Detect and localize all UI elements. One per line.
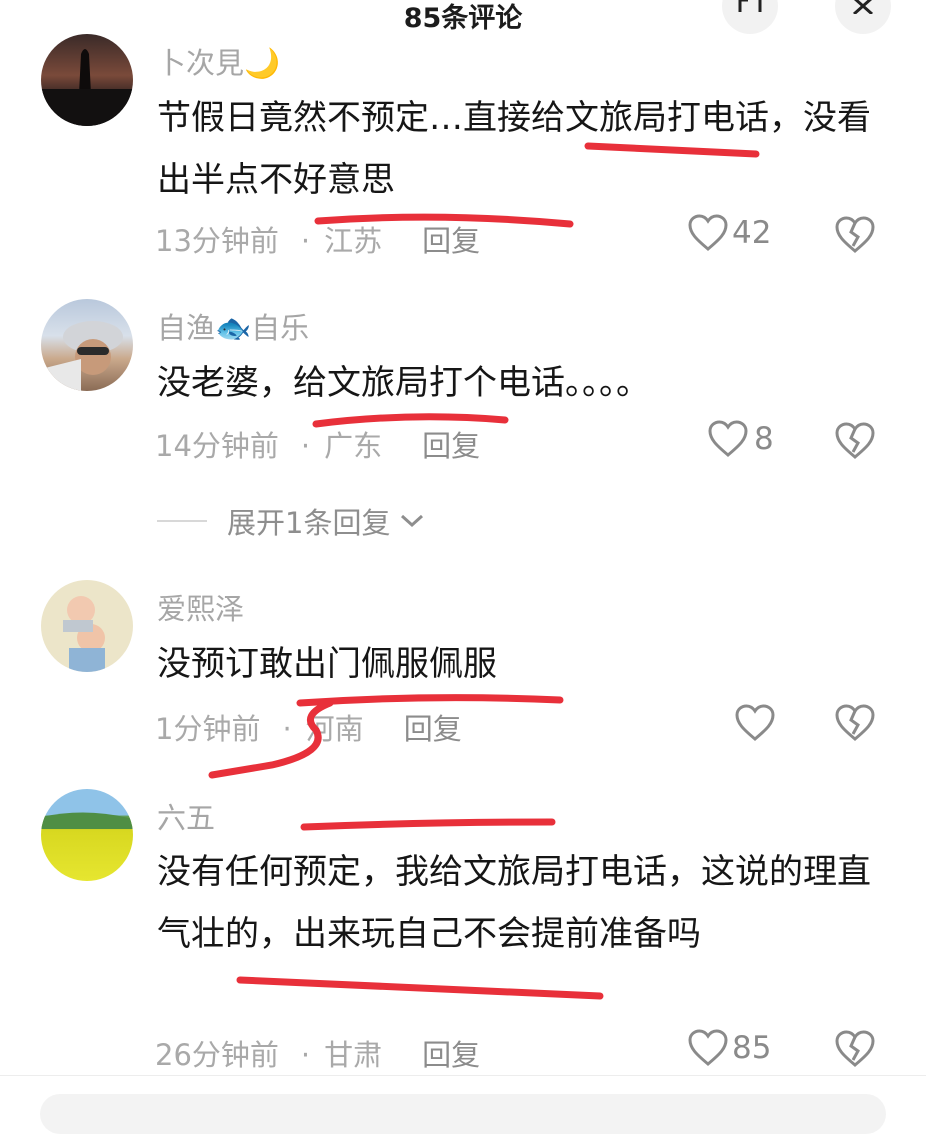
- avatar[interactable]: [41, 34, 133, 126]
- bottom-divider: [0, 1075, 926, 1076]
- comment-input-bar[interactable]: [40, 1094, 886, 1134]
- comment-username[interactable]: 爱熙泽: [157, 586, 244, 628]
- like-count: 42: [732, 215, 772, 251]
- heart-icon: [688, 214, 728, 251]
- comment-meta: 14分钟前 · 广东 回复: [155, 423, 480, 465]
- broken-heart-icon: [835, 422, 875, 459]
- close-icon: [853, 0, 873, 14]
- comment-text: 没老婆，给文旅局打个电话。。。。: [157, 363, 650, 403]
- reply-button[interactable]: 回复: [422, 1032, 480, 1074]
- dislike-button[interactable]: [835, 704, 875, 746]
- broken-heart-icon: [835, 1030, 875, 1067]
- red-underline-mark: [296, 694, 564, 707]
- comment-location: 甘肃: [324, 1038, 383, 1072]
- comments-header: 85条评论: [0, 0, 926, 34]
- comment-text: 没预订敢出门佩服佩服: [157, 644, 497, 684]
- comment-time: 26分钟前: [155, 1038, 279, 1072]
- like-count: 85: [732, 1030, 772, 1066]
- expand-replies-button[interactable]: 展开1条回复: [157, 500, 426, 542]
- comments-count-title: 85条评论: [403, 3, 523, 34]
- meta-separator: ·: [300, 224, 311, 258]
- chevron-down-icon: [401, 514, 424, 528]
- comment-text: 节假日竟然不预定…直接给文旅局打电话，没看出半点不好意思: [157, 98, 871, 200]
- comment-location: 江苏: [324, 224, 383, 258]
- heart-icon: [708, 420, 748, 457]
- dislike-button[interactable]: [835, 216, 875, 258]
- reply-button[interactable]: 回复: [422, 218, 480, 260]
- red-underline-mark: [300, 818, 556, 831]
- avatar-image: [41, 812, 133, 829]
- comment-meta: 13分钟前 · 江苏 回复: [155, 218, 480, 260]
- avatar-image: [41, 321, 123, 391]
- expand-replies-label: 展开1条回复: [227, 506, 391, 540]
- avatar[interactable]: [41, 789, 133, 881]
- avatar-image: [63, 596, 105, 672]
- expand-divider: [157, 520, 207, 522]
- comment-text: 没有任何预定，我给文旅局打电话，这说的理直气壮的，出来玩自己不会提前准备吗: [157, 852, 871, 954]
- meta-separator: ·: [300, 429, 311, 463]
- like-button[interactable]: [735, 704, 775, 742]
- comment-location: 广东: [324, 429, 383, 463]
- reply-button[interactable]: 回复: [422, 423, 480, 465]
- comment-username[interactable]: 卜次見🌙: [157, 40, 280, 82]
- like-button[interactable]: 42: [688, 214, 771, 252]
- reply-button[interactable]: 回复: [404, 706, 462, 748]
- avatar-image: [41, 49, 133, 126]
- expand-icon: [738, 0, 762, 12]
- like-button[interactable]: 85: [688, 1029, 771, 1067]
- heart-icon: [688, 1029, 728, 1066]
- comment-username[interactable]: 自渔🐟自乐: [157, 305, 309, 347]
- comment-meta: 1分钟前 · 河南 回复: [155, 706, 462, 748]
- comment-meta: 26分钟前 · 甘肃 回复: [155, 1032, 480, 1074]
- comment-username[interactable]: 六五: [157, 795, 215, 837]
- like-button[interactable]: 8: [708, 420, 774, 458]
- red-underline-mark: [236, 976, 604, 1000]
- broken-heart-icon: [835, 216, 875, 253]
- avatar[interactable]: [41, 580, 133, 672]
- dislike-button[interactable]: [835, 422, 875, 464]
- dislike-button[interactable]: [835, 1030, 875, 1072]
- meta-separator: ·: [300, 1038, 311, 1072]
- comment-time: 14分钟前: [155, 429, 279, 463]
- avatar[interactable]: [41, 299, 133, 391]
- comment-time: 1分钟前: [155, 712, 261, 746]
- heart-icon: [735, 704, 775, 741]
- meta-separator: ·: [282, 712, 292, 746]
- like-count: 8: [754, 421, 774, 457]
- broken-heart-icon: [835, 704, 875, 741]
- comment-time: 13分钟前: [155, 224, 279, 258]
- comment-location: 河南: [305, 712, 364, 746]
